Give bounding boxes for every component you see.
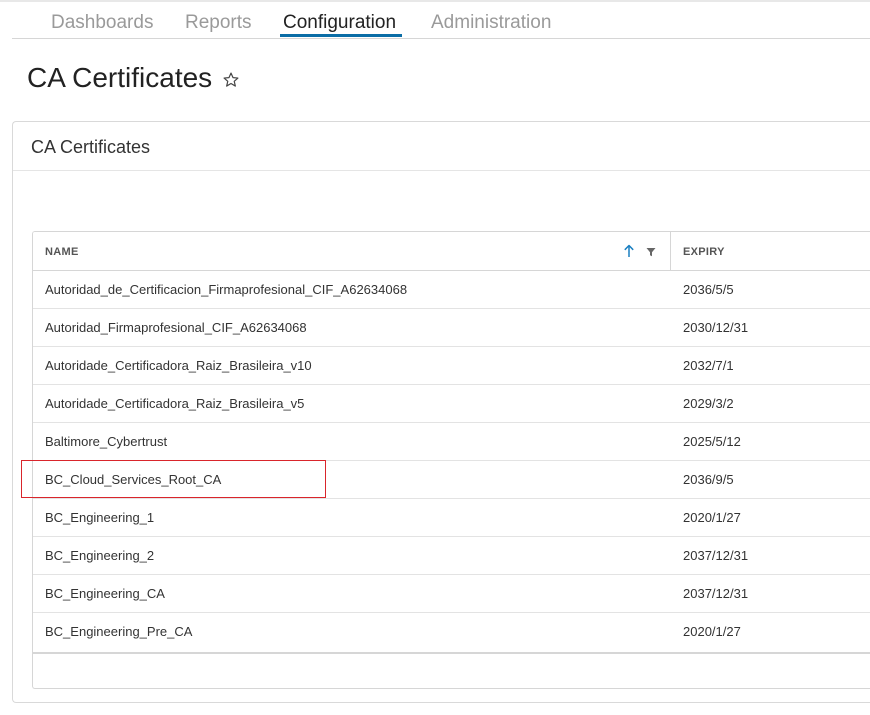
- cell-name: BC_Engineering_Pre_CA: [45, 624, 193, 639]
- cell-expiry: 2020/1/27: [683, 624, 741, 639]
- page-title: CA Certificates: [27, 62, 213, 93]
- cell-expiry: 2029/3/2: [683, 396, 734, 411]
- cell-expiry: 2025/5/12: [683, 434, 741, 449]
- sort-ascending-icon[interactable]: [623, 244, 635, 258]
- cell-expiry: 2020/1/27: [683, 510, 741, 525]
- table-row[interactable]: BC_Engineering_CA 2037/12/31: [33, 575, 870, 613]
- table-row[interactable]: BC_Engineering_2 2037/12/31: [33, 537, 870, 575]
- tab-administration[interactable]: Administration: [431, 11, 551, 35]
- tab-dashboards[interactable]: Dashboards: [51, 11, 153, 35]
- cell-expiry: 2037/12/31: [683, 548, 749, 563]
- table-row[interactable]: BC_Engineering_Pre_CA 2020/1/27: [33, 613, 870, 651]
- certificates-table: NAME EXPIRY Autoridad_de_Certificacion_F…: [32, 231, 870, 689]
- ca-certificates-panel: CA Certificates NAME EXPIRY Autoridad_de…: [12, 121, 870, 703]
- cell-expiry: 2036/5/5: [683, 282, 734, 297]
- table-row-highlighted[interactable]: BC_Cloud_Services_Root_CA 2036/9/5: [33, 461, 870, 499]
- table-footer-divider: [33, 652, 870, 654]
- panel-title: CA Certificates: [31, 137, 151, 157]
- table-row[interactable]: Autoridad_Firmaprofesional_CIF_A62634068…: [33, 309, 870, 347]
- cell-name: BC_Cloud_Services_Root_CA: [45, 472, 222, 487]
- active-tab-indicator: [280, 34, 402, 37]
- table-row[interactable]: Baltimore_Cybertrust 2025/5/12: [33, 423, 870, 461]
- cell-name: Autoridad_Firmaprofesional_CIF_A62634068: [45, 320, 307, 335]
- table-row[interactable]: Autoridade_Certificadora_Raiz_Brasileira…: [33, 347, 870, 385]
- table-row[interactable]: BC_Engineering_1 2020/1/27: [33, 499, 870, 537]
- cell-expiry: 2037/12/31: [683, 586, 749, 601]
- cell-name: Autoridade_Certificadora_Raiz_Brasileira…: [45, 396, 305, 411]
- cell-expiry: 2032/7/1: [683, 358, 734, 373]
- cell-name: Baltimore_Cybertrust: [45, 434, 168, 449]
- cell-name: BC_Engineering_CA: [45, 586, 165, 601]
- tab-configuration[interactable]: Configuration: [283, 11, 396, 35]
- cell-name: BC_Engineering_1: [45, 510, 155, 525]
- panel-header: CA Certificates: [13, 122, 870, 171]
- table-row[interactable]: Autoridade_Certificadora_Raiz_Brasileira…: [33, 385, 870, 423]
- column-header-name[interactable]: NAME: [45, 245, 79, 259]
- cell-expiry: 2030/12/31: [683, 320, 749, 335]
- star-outline-icon[interactable]: [222, 71, 240, 89]
- cell-name: BC_Engineering_2: [45, 548, 155, 563]
- column-header-expiry[interactable]: EXPIRY: [683, 245, 725, 259]
- filter-icon[interactable]: [646, 247, 656, 257]
- cell-name: Autoridade_Certificadora_Raiz_Brasileira…: [45, 358, 312, 373]
- cell-name: Autoridad_de_Certificacion_Firmaprofesio…: [45, 282, 408, 297]
- cell-expiry: 2036/9/5: [683, 472, 734, 487]
- tab-reports[interactable]: Reports: [185, 11, 252, 35]
- column-divider[interactable]: [670, 232, 671, 271]
- table-row[interactable]: Autoridad_de_Certificacion_Firmaprofesio…: [33, 271, 870, 309]
- table-header: NAME EXPIRY: [33, 232, 870, 271]
- top-navigation: Dashboards Reports Configuration Adminis…: [12, 2, 870, 39]
